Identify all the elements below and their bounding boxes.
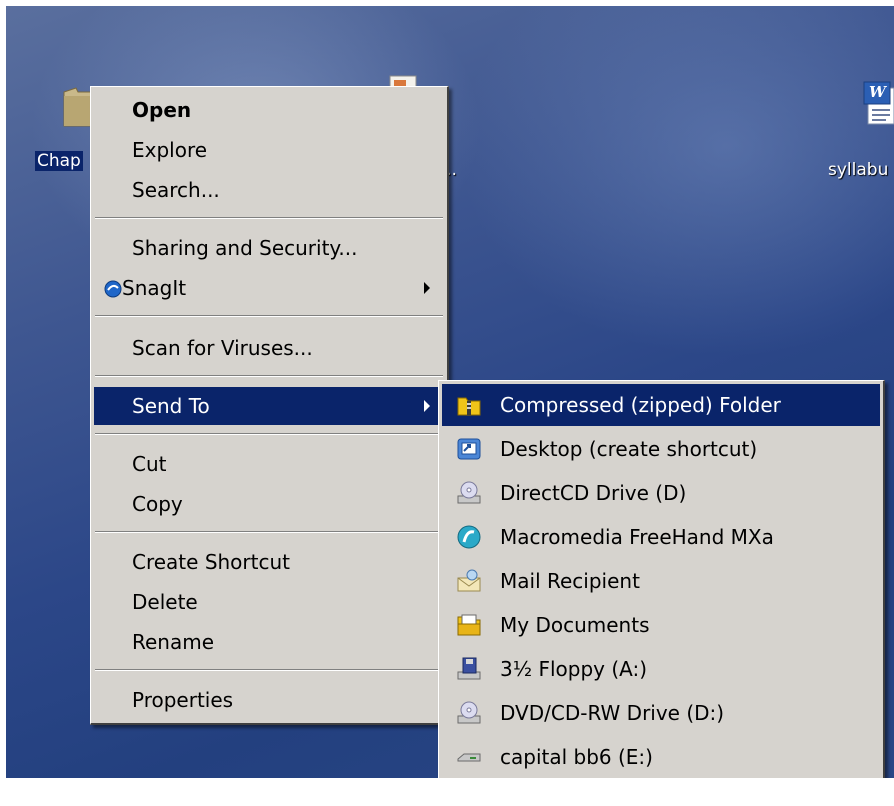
zip-folder-icon (457, 397, 481, 416)
menu-item-rename[interactable]: Rename (94, 623, 444, 661)
send-to-mail-recipient[interactable]: Mail Recipient (442, 560, 880, 602)
removable-drive-icon (457, 753, 481, 762)
menu-item-explore[interactable]: Explore (94, 131, 444, 169)
menu-item-create-shortcut[interactable]: Create Shortcut (94, 543, 444, 581)
menu-item-delete[interactable]: Delete (94, 583, 444, 621)
desktop-icon-label: Chap (35, 151, 83, 171)
context-menu: Open Explore Search... Sharing and Secur… (90, 86, 449, 725)
send-to-compressed-folder[interactable]: Compressed (zipped) Folder (442, 384, 880, 426)
menu-separator (95, 531, 443, 533)
desktop[interactable]: Chap l... W syllabu Open Explore Search.… (6, 6, 894, 778)
send-to-directcd-drive[interactable]: DirectCD Drive (D) (442, 472, 880, 514)
desktop-shortcut-icon (457, 438, 481, 460)
menu-separator (95, 433, 443, 435)
cd-drive-icon (457, 481, 481, 504)
menu-item-cut[interactable]: Cut (94, 445, 444, 483)
menu-separator (95, 375, 443, 377)
menu-item-sharing-security[interactable]: Sharing and Security... (94, 229, 444, 267)
menu-item-snagit[interactable]: SnagIt (94, 269, 444, 307)
menu-item-properties[interactable]: Properties (94, 681, 444, 719)
menu-separator (95, 217, 443, 219)
my-documents-icon (457, 614, 481, 636)
snagit-icon (104, 280, 122, 298)
mail-recipient-icon (457, 569, 481, 592)
menu-item-copy[interactable]: Copy (94, 485, 444, 523)
menu-item-open[interactable]: Open (94, 91, 444, 129)
menu-separator (95, 315, 443, 317)
send-to-freehand[interactable]: Macromedia FreeHand MXa (442, 516, 880, 558)
desktop-icon-label: syllabu (828, 160, 889, 180)
freehand-icon (457, 525, 481, 549)
send-to-dvd-drive[interactable]: DVD/CD-RW Drive (D:) (442, 692, 880, 734)
desktop-icon-syllabus[interactable]: W syllabu (806, 66, 894, 196)
submenu-arrow-icon (424, 282, 430, 294)
word-icon-letter: W (869, 83, 886, 101)
floppy-drive-icon (457, 657, 481, 680)
dvd-drive-icon (457, 701, 481, 724)
submenu-arrow-icon (424, 400, 430, 412)
menu-item-search[interactable]: Search... (94, 171, 444, 209)
send-to-removable-drive[interactable]: capital bb6 (E:) (442, 736, 880, 778)
send-to-floppy-drive[interactable]: 3½ Floppy (A:) (442, 648, 880, 690)
menu-item-send-to[interactable]: Send To (94, 387, 444, 425)
menu-item-scan-viruses[interactable]: Scan for Viruses... (94, 329, 444, 367)
menu-separator (95, 669, 443, 671)
send-to-my-documents[interactable]: My Documents (442, 604, 880, 646)
send-to-submenu: Compressed (zipped) Folder Desktop (crea… (438, 380, 885, 778)
send-to-desktop-shortcut[interactable]: Desktop (create shortcut) (442, 428, 880, 470)
